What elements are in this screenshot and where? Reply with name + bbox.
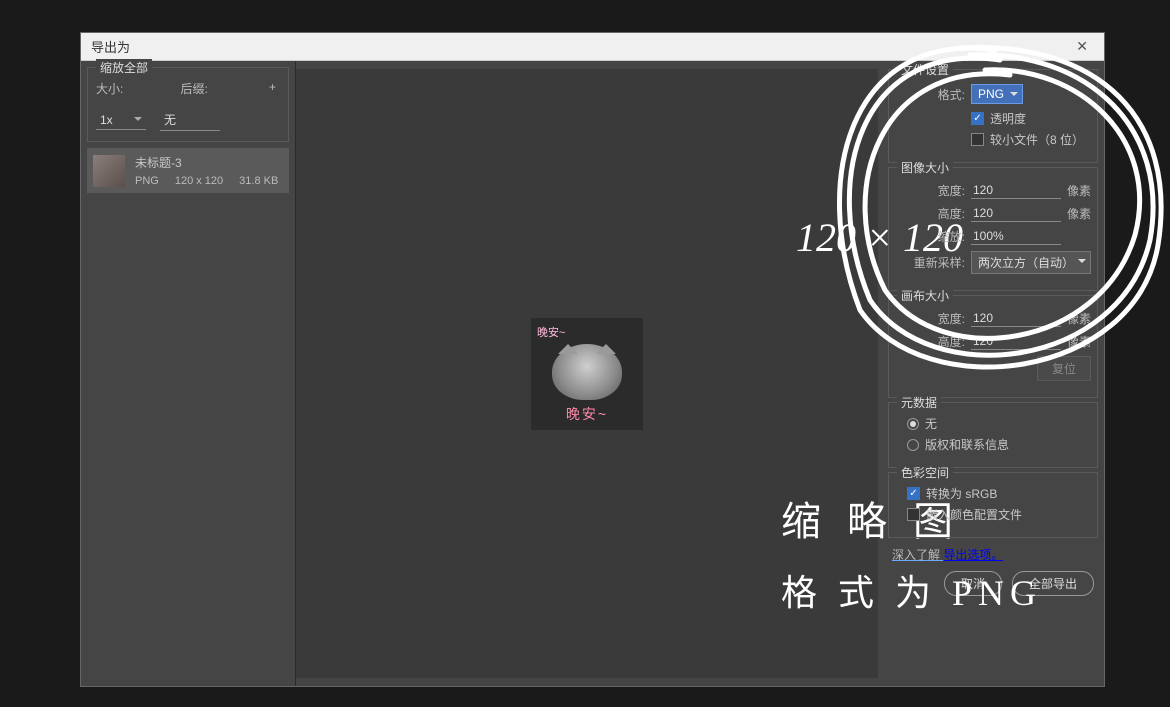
metadata-none-label: 无 xyxy=(925,415,937,432)
metadata-fieldset: 元数据 无 版权和联系信息 xyxy=(888,402,1098,468)
learn-more-link[interactable]: 导出选项。 xyxy=(943,548,1003,562)
file-settings-legend: 文件设置 xyxy=(897,61,953,78)
convert-srgb-label: 转换为 sRGB xyxy=(926,485,997,502)
size-header: 大小: xyxy=(96,80,161,97)
image-size-legend: 图像大小 xyxy=(897,159,953,176)
image-size-fieldset: 图像大小 宽度: 像素 高度: 像素 缩放: 重新采样: 两次立方（ xyxy=(888,167,1098,291)
resample-label: 重新采样: xyxy=(897,254,965,271)
export-all-button[interactable]: 全部导出 xyxy=(1012,571,1094,596)
close-icon[interactable]: ✕ xyxy=(1070,38,1094,55)
asset-item[interactable]: 未标题-3 PNG 120 x 120 31.8 KB xyxy=(87,148,289,193)
metadata-none-radio[interactable] xyxy=(907,418,919,430)
cat-illustration xyxy=(552,344,622,400)
add-scale-button[interactable]: + xyxy=(265,80,280,97)
embed-profile-checkbox[interactable] xyxy=(907,508,920,521)
smaller-file-checkbox[interactable] xyxy=(971,133,984,146)
asset-filesize: 31.8 KB xyxy=(239,175,278,187)
reset-button: 复位 xyxy=(1037,356,1091,381)
transparency-label: 透明度 xyxy=(990,110,1026,127)
left-panel: 缩放全部 大小: 后缀: + 1x 无 未标题-3 PNG 120 x 1 xyxy=(81,61,296,686)
img-width-unit: 像素 xyxy=(1067,182,1091,199)
cancel-button[interactable]: 取消 xyxy=(944,571,1002,596)
smaller-file-label: 较小文件（8 位） xyxy=(990,131,1084,148)
asset-name: 未标题-3 xyxy=(135,154,283,171)
convert-srgb-checkbox[interactable] xyxy=(907,487,920,500)
img-height-input[interactable] xyxy=(971,205,1061,222)
file-settings-fieldset: 文件设置 格式: PNG 透明度 较小文件（8 位） xyxy=(888,69,1098,163)
preview-canvas: 晚安~ 晚安~ 120 × 120 缩 略 图 格 式 为 PNG xyxy=(296,69,878,678)
embed-profile-label: 嵌入颜色配置文件 xyxy=(926,506,1022,523)
metadata-legend: 元数据 xyxy=(897,394,941,411)
img-scale-label: 缩放: xyxy=(897,228,965,245)
cv-height-unit: 像素 xyxy=(1067,333,1091,350)
preview-overlay-bottom: 晚安~ xyxy=(566,404,608,424)
export-as-dialog: 导出为 ✕ 缩放全部 大小: 后缀: + 1x 无 未标题-3 xyxy=(80,32,1105,687)
suffix-header: 后缀: xyxy=(181,80,246,97)
canvas-size-fieldset: 画布大小 宽度: 像素 高度: 像素 复位 xyxy=(888,295,1098,398)
titlebar: 导出为 ✕ xyxy=(81,33,1104,61)
colorspace-legend: 色彩空间 xyxy=(897,464,953,481)
format-label: 格式: xyxy=(897,86,965,103)
cv-height-input[interactable] xyxy=(971,333,1061,350)
metadata-copyright-radio[interactable] xyxy=(907,439,919,451)
colorspace-fieldset: 色彩空间 转换为 sRGB 嵌入颜色配置文件 xyxy=(888,472,1098,538)
cv-width-unit: 像素 xyxy=(1067,310,1091,327)
scale-all-fieldset: 缩放全部 大小: 后缀: + 1x 无 xyxy=(87,67,289,142)
img-scale-input[interactable] xyxy=(971,228,1061,245)
asset-thumbnail xyxy=(93,155,125,187)
cv-height-label: 高度: xyxy=(897,333,965,350)
right-panel: 文件设置 格式: PNG 透明度 较小文件（8 位） 图像大小 宽度: xyxy=(882,61,1104,686)
img-height-unit: 像素 xyxy=(1067,205,1091,222)
learn-more: 深入了解 导出选项。 xyxy=(892,546,1100,563)
cv-width-label: 宽度: xyxy=(897,310,965,327)
metadata-copyright-label: 版权和联系信息 xyxy=(925,436,1009,453)
scale-all-legend: 缩放全部 xyxy=(96,59,152,76)
cv-width-input[interactable] xyxy=(971,310,1061,327)
img-width-label: 宽度: xyxy=(897,182,965,199)
transparency-checkbox[interactable] xyxy=(971,112,984,125)
format-select[interactable]: PNG xyxy=(971,84,1023,104)
preview-image: 晚安~ 晚安~ xyxy=(531,318,643,430)
resample-select[interactable]: 两次立方（自动） xyxy=(971,251,1091,274)
img-width-input[interactable] xyxy=(971,182,1061,199)
scale-select[interactable]: 1x xyxy=(96,111,146,130)
img-height-label: 高度: xyxy=(897,205,965,222)
dialog-title: 导出为 xyxy=(91,37,1070,56)
asset-format: PNG xyxy=(135,175,159,187)
suffix-input[interactable]: 无 xyxy=(160,109,220,131)
learn-more-pre: 深入了解 xyxy=(892,548,943,562)
asset-dimensions: 120 x 120 xyxy=(175,175,223,187)
canvas-size-legend: 画布大小 xyxy=(897,287,953,304)
